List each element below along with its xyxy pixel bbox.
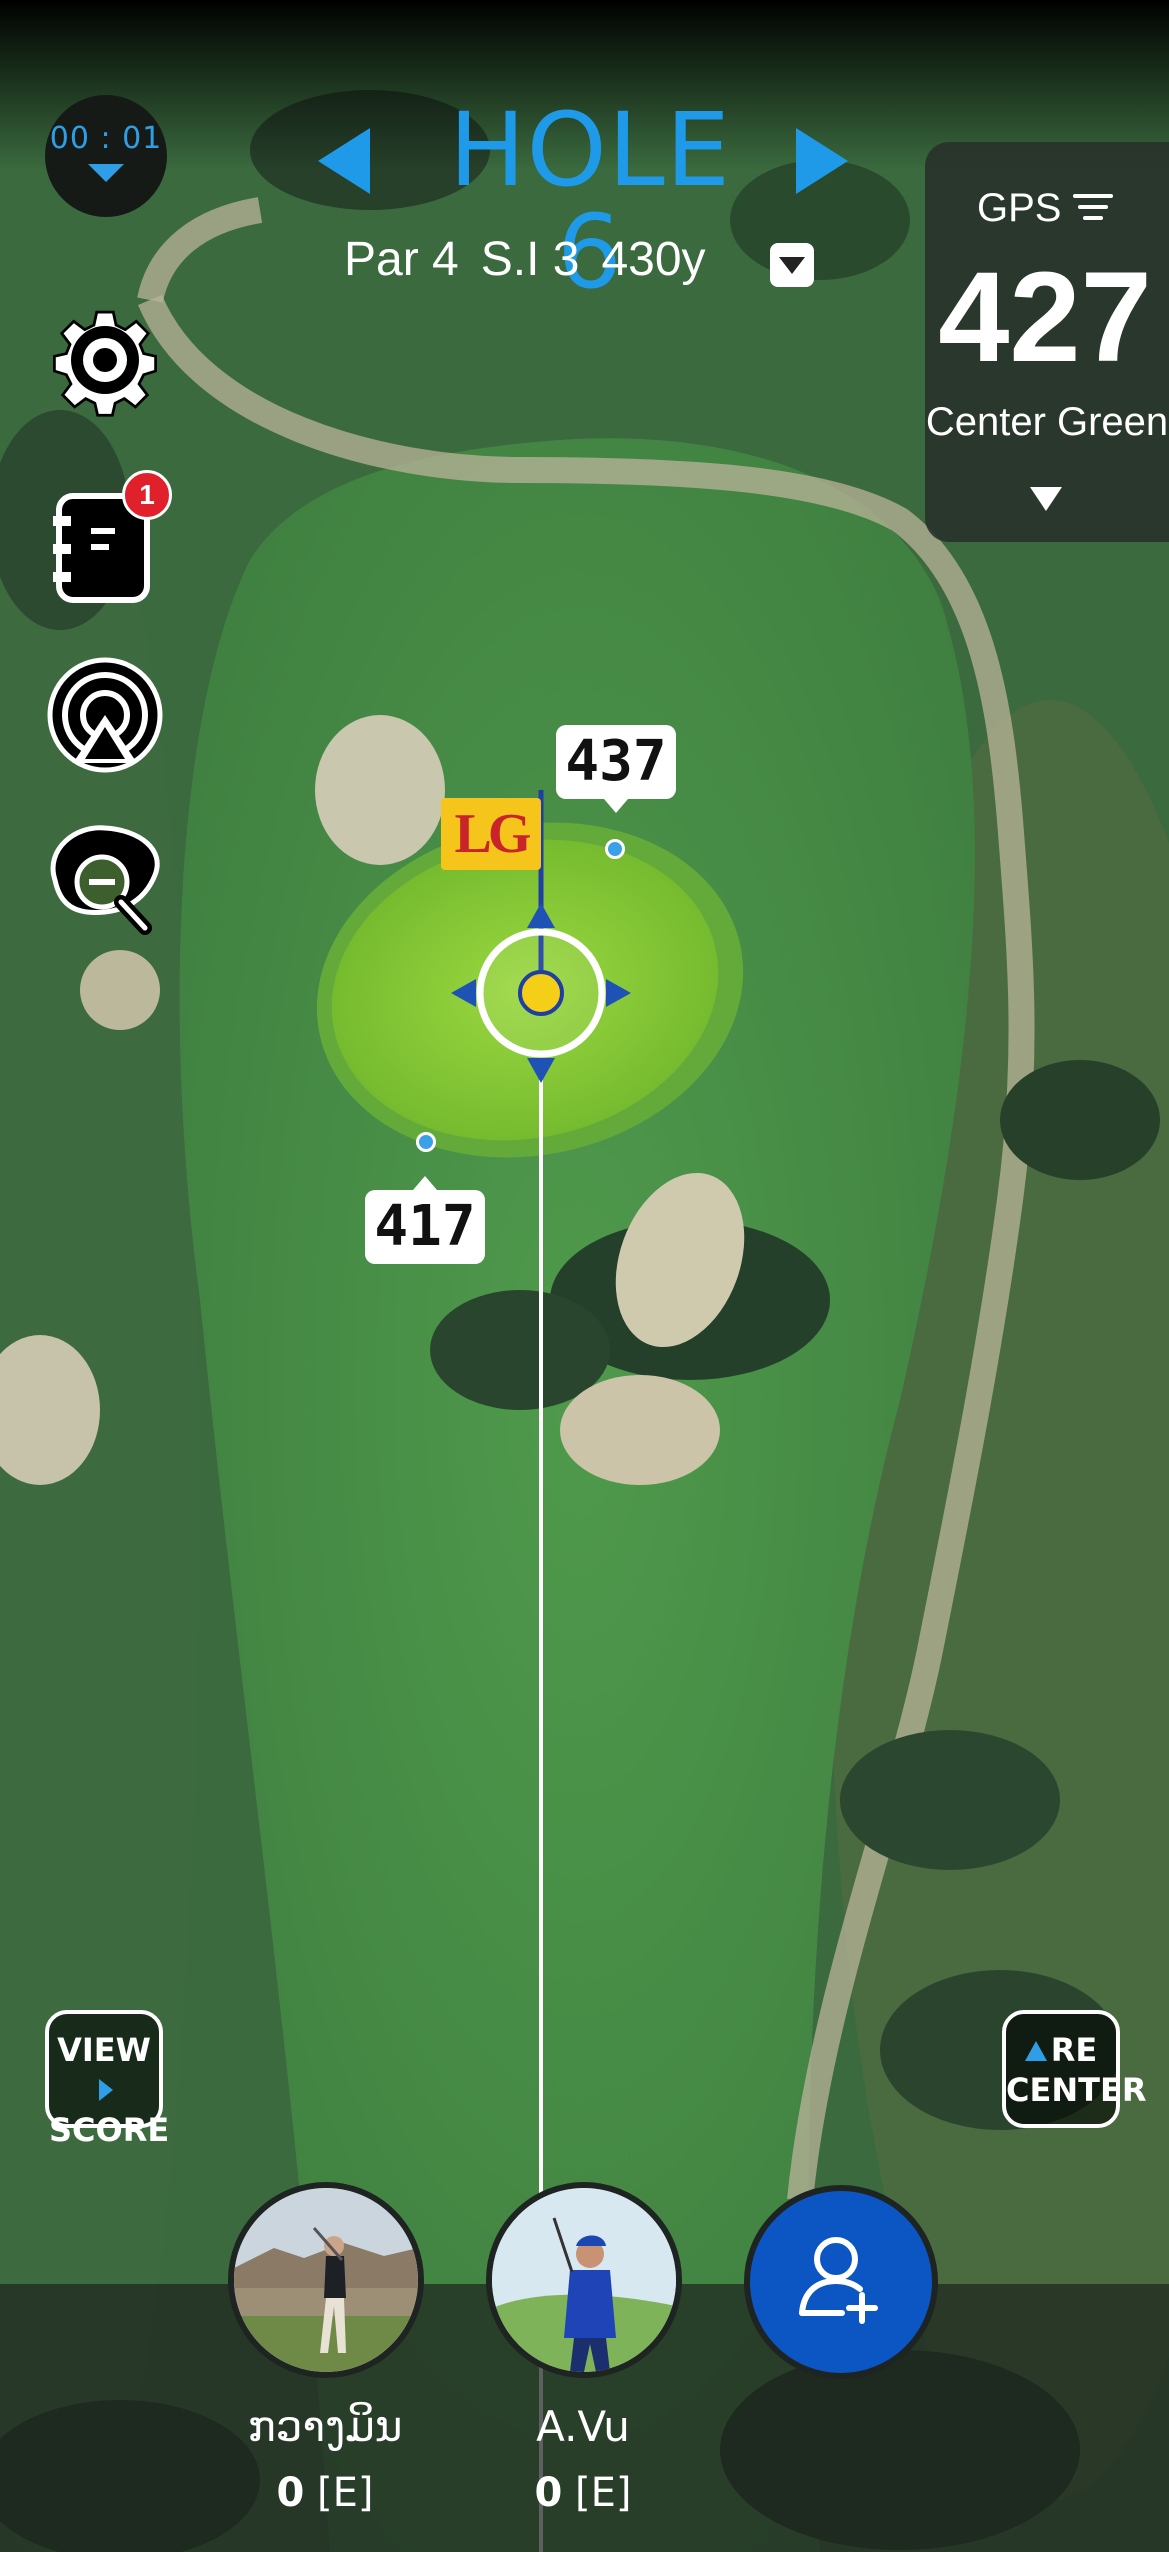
recenter-line2: CENTER: [1006, 2071, 1147, 2109]
flag-logo: LG: [441, 798, 541, 870]
hole-info: Par 4 S.I 3 430y: [344, 232, 728, 287]
player-avatar-1[interactable]: [228, 2182, 424, 2378]
player-avatar-2[interactable]: [486, 2182, 682, 2378]
view-score-line1: VIEW: [57, 2031, 151, 2069]
player-score-relative-1: [E]: [317, 2470, 374, 2516]
previous-hole-arrow-icon[interactable]: [318, 128, 370, 194]
next-hole-arrow-icon[interactable]: [796, 128, 848, 194]
gps-target: Center Green: [925, 400, 1169, 444]
add-user-icon: [799, 2237, 878, 2324]
gps-label: GPS: [977, 186, 1062, 230]
front-of-green-marker[interactable]: [416, 1132, 436, 1152]
hole-length: 430y: [601, 233, 706, 286]
player-score-1: 0 [E]: [195, 2470, 455, 2516]
back-of-green-distance: 437: [556, 725, 676, 813]
recenter-line1: RE: [1050, 2031, 1098, 2069]
hole-stroke-index: S.I 3: [480, 233, 580, 286]
timer-value: 00 : 01: [49, 121, 163, 156]
location-target-icon[interactable]: [45, 655, 165, 775]
flag-logo-text: LG: [454, 803, 532, 865]
add-player-button[interactable]: [744, 2185, 938, 2379]
settings-gear-icon[interactable]: [45, 300, 165, 420]
hole-info-dropdown-icon[interactable]: [770, 243, 814, 287]
view-score-button[interactable]: VIEW SCORE: [45, 2010, 169, 2149]
gps-target-dropdown-icon[interactable]: [1030, 487, 1062, 511]
player-score-relative-2: [E]: [575, 2470, 632, 2516]
notification-badge: 1: [122, 470, 172, 520]
timer-dropdown-icon: [88, 164, 124, 182]
view-score-arrow-icon: [99, 2079, 113, 2101]
zoom-out-icon[interactable]: [45, 820, 165, 940]
front-of-green-distance: 417: [365, 1176, 485, 1264]
player-score-2: 0 [E]: [453, 2470, 713, 2516]
player-score-value-1: 0: [276, 2470, 305, 2516]
player-name-1: ກວາງມິນ: [247, 2402, 403, 2451]
round-timer[interactable]: 00 : 01: [45, 95, 167, 217]
filter-icon[interactable]: [1073, 194, 1113, 227]
player-score-value-2: 0: [534, 2470, 563, 2516]
back-of-green-marker[interactable]: [605, 839, 625, 859]
recenter-arrow-icon: [1024, 2041, 1047, 2061]
view-score-line2: SCORE: [49, 2111, 170, 2149]
notification-count: 1: [139, 479, 155, 510]
player-name-2: A.Vu: [536, 2402, 630, 2451]
gps-distance: 427: [938, 246, 1152, 389]
hole-par: Par 4: [344, 233, 459, 286]
gps-distance-panel[interactable]: GPS 427 Center Green: [925, 142, 1169, 542]
recenter-button[interactable]: RE CENTER: [1002, 2010, 1146, 2128]
